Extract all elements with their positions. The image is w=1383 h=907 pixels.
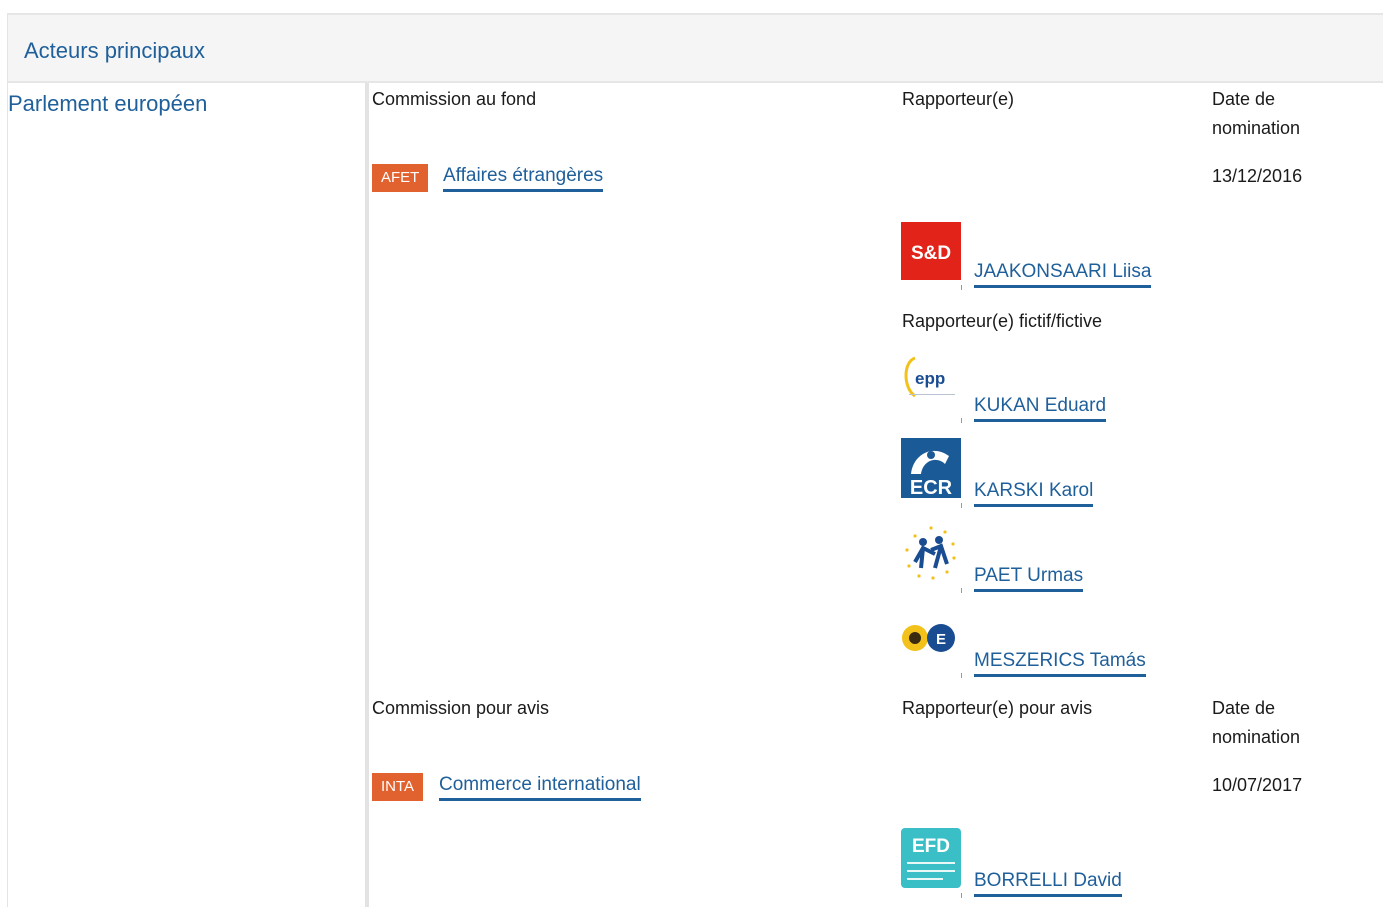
section-title: Acteurs principaux: [24, 38, 205, 63]
rapporteur-link-jaakonsaari[interactable]: JAAKONSAARI Liisa: [974, 260, 1152, 288]
ecr-group-logo-icon: ECR: [901, 438, 963, 500]
shadow-link-karski[interactable]: KARSKI Karol: [974, 479, 1094, 507]
epp-group-logo-icon: epp: [901, 352, 963, 414]
svg-text:E: E: [936, 631, 946, 648]
sd-group-logo-icon: S&D: [901, 222, 963, 284]
date-nomination-afet: 13/12/2016: [1212, 166, 1303, 186]
efd-group-logo-icon: EFD: [901, 828, 963, 890]
section-header: Acteurs principaux: [7, 15, 1383, 83]
institution-title: Parlement européen: [8, 91, 208, 116]
efd-logo-text: EFD: [912, 836, 950, 857]
date-nomination-inta: 10/07/2017: [1212, 775, 1303, 795]
logo-tick: [961, 673, 962, 678]
institution-column: Parlement européen: [7, 83, 369, 907]
shadow-link-meszerics[interactable]: MESZERICS Tamás: [974, 649, 1146, 677]
ecr-logo-text: ECR: [910, 477, 953, 498]
sd-logo-text: S&D: [911, 243, 951, 264]
committee-link-afet[interactable]: Affaires étrangères: [443, 164, 604, 192]
col-date-nomination-avis: Date de nomination: [1212, 698, 1301, 747]
committee-badge-afet: AFET: [372, 164, 429, 192]
epp-logo-text: epp: [915, 369, 945, 388]
shadow-link-paet[interactable]: PAET Urmas: [974, 564, 1084, 592]
col-rapporteur-avis: Rapporteur(e) pour avis: [902, 698, 1093, 718]
committee-badge-inta: INTA: [372, 773, 424, 801]
committee-link-inta[interactable]: Commerce international: [439, 773, 641, 801]
logo-tick: [961, 588, 962, 593]
logo-tick: [961, 503, 962, 508]
rapporteur-avis-link-borrelli[interactable]: BORRELLI David: [974, 869, 1122, 897]
logo-tick: [961, 893, 962, 898]
greens-efa-group-logo-icon: E: [901, 610, 963, 672]
shadow-rapporteur-label: Rapporteur(e) fictif/fictive: [902, 311, 1103, 331]
col-commission-fond: Commission au fond: [372, 89, 537, 109]
col-date-nomination: Date de nomination: [1212, 89, 1301, 138]
logo-tick: [961, 418, 962, 423]
alde-group-logo-icon: [901, 524, 963, 586]
col-rapporteur: Rapporteur(e): [902, 89, 1015, 109]
col-commission-avis: Commission pour avis: [372, 698, 550, 718]
shadow-link-kukan[interactable]: KUKAN Eduard: [974, 394, 1107, 422]
logo-tick: [961, 285, 962, 290]
